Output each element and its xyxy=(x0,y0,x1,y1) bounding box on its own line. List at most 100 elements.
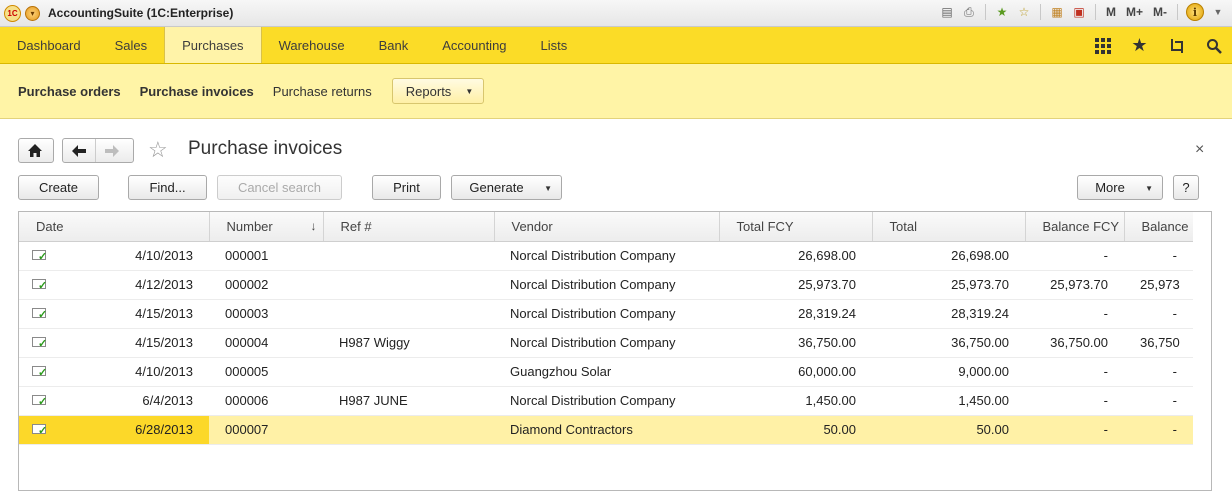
cell-date[interactable]: ✓ 4/15/2013 xyxy=(19,328,209,358)
back-arrow-icon[interactable] xyxy=(63,139,95,162)
info-icon[interactable]: i xyxy=(1186,3,1204,21)
cell-total-fcy[interactable]: 60,000.00 xyxy=(719,357,872,387)
table-row[interactable]: ✓ 4/15/2013 000003 Norcal Distribution Comp… xyxy=(19,299,1193,329)
cell-vendor[interactable]: Diamond Contractors xyxy=(494,415,719,445)
print-icon[interactable]: ⎙ xyxy=(961,3,977,21)
more-dropdown[interactable]: More ▼ xyxy=(1077,175,1163,200)
forward-arrow-icon[interactable] xyxy=(95,139,127,162)
cell-balance-fcy[interactable]: 25,973.70 xyxy=(1025,270,1124,300)
cell-number[interactable]: 000002 xyxy=(209,270,323,300)
cell-balance[interactable]: 36,750 xyxy=(1124,328,1193,358)
cell-balance[interactable]: - xyxy=(1124,357,1193,387)
table-row[interactable]: ✓ 4/10/2013 000005 Guangzhou Solar 60,000.00… xyxy=(19,357,1193,387)
column-header-date[interactable]: Date xyxy=(19,212,210,242)
column-header-total[interactable]: Total xyxy=(872,212,1026,242)
cell-ref[interactable]: H987 JUNE xyxy=(323,386,494,416)
column-header-number[interactable]: Number ↓ xyxy=(209,212,324,242)
table-row[interactable]: ✓ 4/12/2013 000002 Norcal Distribution Comp… xyxy=(19,270,1193,300)
cell-number[interactable]: 000006 xyxy=(209,386,323,416)
cell-number[interactable]: 000005 xyxy=(209,357,323,387)
cell-date[interactable]: ✓ 4/12/2013 xyxy=(19,270,209,300)
table-row[interactable]: ✓ 6/28/2013 000007 Diamond Contractors 50.00… xyxy=(19,415,1193,445)
cell-date[interactable]: ✓ 4/10/2013 xyxy=(19,357,209,387)
memory-subtract-button[interactable]: M- xyxy=(1151,5,1169,19)
column-header-total-fcy[interactable]: Total FCY xyxy=(719,212,873,242)
cell-date[interactable]: ✓ 4/15/2013 xyxy=(19,299,209,329)
calendar-icon[interactable]: ▣ xyxy=(1071,3,1087,21)
cell-balance-fcy[interactable]: - xyxy=(1025,241,1124,271)
memory-add-button[interactable]: M+ xyxy=(1124,5,1145,19)
column-header-balance[interactable]: Balance xyxy=(1124,212,1193,242)
memory-store-button[interactable]: M xyxy=(1104,5,1118,19)
cell-total-fcy[interactable]: 26,698.00 xyxy=(719,241,872,271)
close-icon[interactable]: × xyxy=(1195,141,1204,159)
cell-total-fcy[interactable]: 50.00 xyxy=(719,415,872,445)
cell-vendor[interactable]: Norcal Distribution Company xyxy=(494,328,719,358)
section-sales[interactable]: Sales xyxy=(98,27,165,63)
cell-total[interactable]: 26,698.00 xyxy=(872,241,1025,271)
cell-balance-fcy[interactable]: 36,750.00 xyxy=(1025,328,1124,358)
add-favorite-icon[interactable]: ★ xyxy=(994,3,1010,21)
section-purchases[interactable]: Purchases xyxy=(164,27,262,63)
cell-balance-fcy[interactable]: - xyxy=(1025,357,1124,387)
favorites-icon[interactable]: ☆ xyxy=(1016,3,1032,21)
cell-balance[interactable]: - xyxy=(1124,386,1193,416)
search-icon[interactable] xyxy=(1195,27,1232,64)
apps-grid-icon[interactable] xyxy=(1084,27,1121,64)
table-row[interactable]: ✓ 4/15/2013 000004 H987 Wiggy Norcal Distrib… xyxy=(19,328,1193,358)
cell-total[interactable]: 50.00 xyxy=(872,415,1025,445)
table-row[interactable]: ✓ 6/4/2013 000006 H987 JUNE Norcal Distribut… xyxy=(19,386,1193,416)
cell-vendor[interactable]: Norcal Distribution Company xyxy=(494,299,719,329)
cell-total-fcy[interactable]: 1,450.00 xyxy=(719,386,872,416)
cancel-search-button[interactable]: Cancel search xyxy=(217,175,342,200)
add-to-favorites-star-icon[interactable]: ☆ xyxy=(148,139,168,161)
cell-ref[interactable] xyxy=(323,415,494,445)
cell-vendor[interactable]: Norcal Distribution Company xyxy=(494,270,719,300)
reports-dropdown[interactable]: Reports ▼ xyxy=(391,78,485,104)
cell-total[interactable]: 36,750.00 xyxy=(872,328,1025,358)
cell-balance[interactable]: - xyxy=(1124,299,1193,329)
cell-date[interactable]: ✓ 4/10/2013 xyxy=(19,241,209,271)
cell-balance[interactable]: - xyxy=(1124,241,1193,271)
save-icon[interactable]: ▤ xyxy=(939,3,955,21)
favorites-star-icon[interactable]: ★ xyxy=(1121,27,1158,64)
cell-total[interactable]: 9,000.00 xyxy=(872,357,1025,387)
history-icon[interactable] xyxy=(1158,27,1195,64)
nav-purchase-invoices[interactable]: Purchase invoices xyxy=(140,84,254,99)
cell-vendor[interactable]: Norcal Distribution Company xyxy=(494,386,719,416)
chevron-down-icon[interactable]: ▼ xyxy=(1210,3,1226,21)
cell-ref[interactable] xyxy=(323,270,494,300)
section-accounting[interactable]: Accounting xyxy=(425,27,523,63)
cell-vendor[interactable]: Norcal Distribution Company xyxy=(494,241,719,271)
column-header-balance-fcy[interactable]: Balance FCY xyxy=(1025,212,1125,242)
create-button[interactable]: Create xyxy=(18,175,99,200)
section-dashboard[interactable]: Dashboard xyxy=(0,27,98,63)
cell-total[interactable]: 28,319.24 xyxy=(872,299,1025,329)
section-lists[interactable]: Lists xyxy=(524,27,585,63)
main-menu-button[interactable]: ▾ xyxy=(25,5,40,21)
table-row[interactable]: ✓ 4/10/2013 000001 Norcal Distribution Comp… xyxy=(19,241,1193,271)
home-icon[interactable] xyxy=(19,139,51,162)
cell-balance[interactable]: 25,973 xyxy=(1124,270,1193,300)
cell-balance-fcy[interactable]: - xyxy=(1025,299,1124,329)
section-warehouse[interactable]: Warehouse xyxy=(262,27,362,63)
cell-ref[interactable]: H987 Wiggy xyxy=(323,328,494,358)
cell-date[interactable]: ✓ 6/28/2013 xyxy=(19,415,209,445)
cell-ref[interactable] xyxy=(323,357,494,387)
cell-number[interactable]: 000004 xyxy=(209,328,323,358)
cell-balance[interactable]: - xyxy=(1124,415,1193,445)
calculator-icon[interactable]: ▦ xyxy=(1049,3,1065,21)
cell-number[interactable]: 000001 xyxy=(209,241,323,271)
nav-purchase-orders[interactable]: Purchase orders xyxy=(18,84,121,99)
cell-balance-fcy[interactable]: - xyxy=(1025,415,1124,445)
cell-ref[interactable] xyxy=(323,241,494,271)
cell-total-fcy[interactable]: 36,750.00 xyxy=(719,328,872,358)
print-button[interactable]: Print xyxy=(372,175,441,200)
column-header-vendor[interactable]: Vendor xyxy=(494,212,720,242)
cell-number[interactable]: 000007 xyxy=(209,415,323,445)
cell-ref[interactable] xyxy=(323,299,494,329)
cell-total[interactable]: 1,450.00 xyxy=(872,386,1025,416)
generate-dropdown[interactable]: Generate ▼ xyxy=(451,175,562,200)
cell-date[interactable]: ✓ 6/4/2013 xyxy=(19,386,209,416)
cell-total[interactable]: 25,973.70 xyxy=(872,270,1025,300)
